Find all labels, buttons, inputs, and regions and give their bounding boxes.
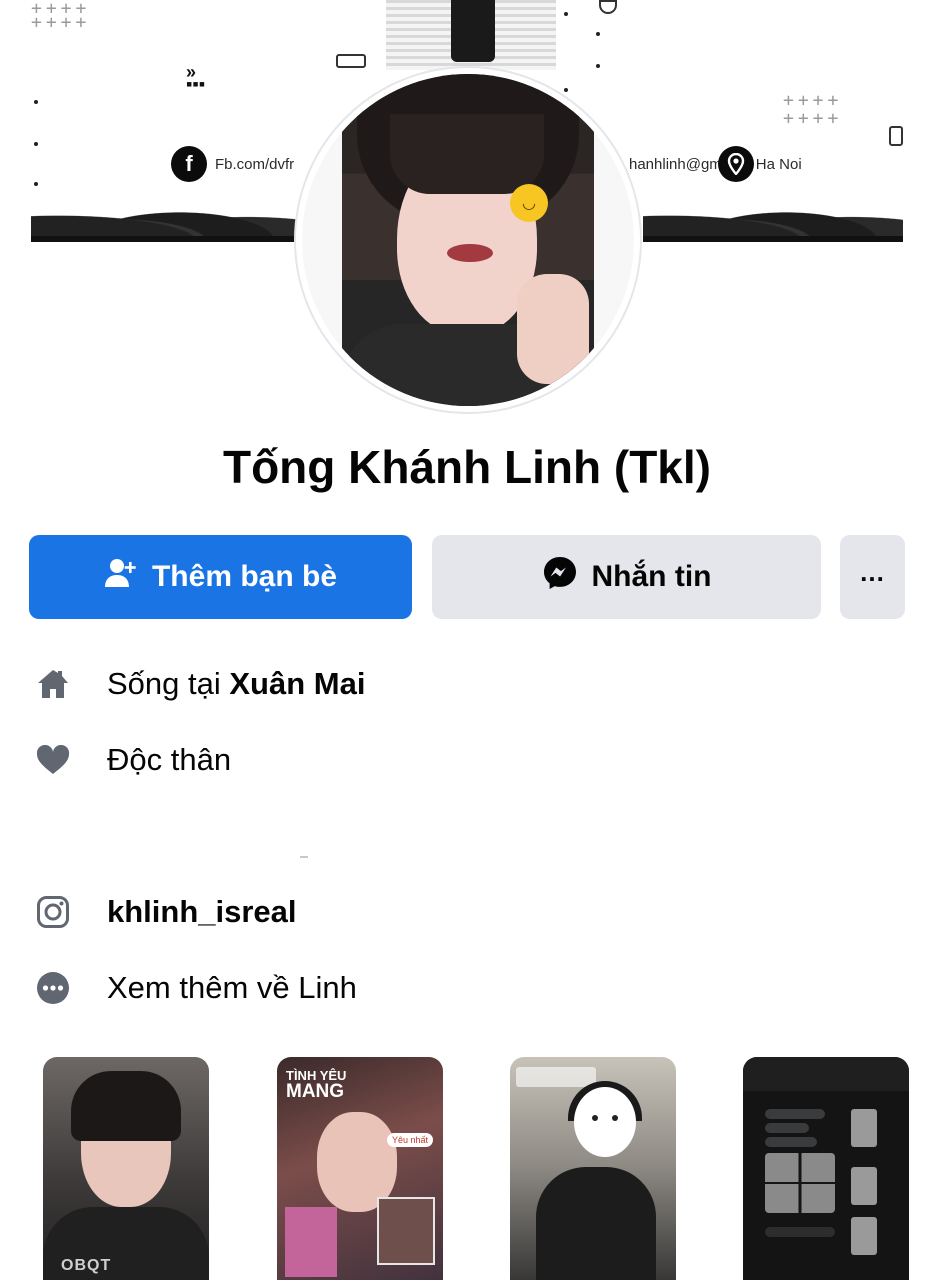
- chat-message: [765, 1137, 817, 1147]
- photo-subject-body: [536, 1167, 656, 1280]
- chat-image: [851, 1167, 877, 1205]
- photo-title: TÌNH YÊU MANG: [286, 1069, 346, 1101]
- relationship-status: Độc thân: [107, 742, 232, 777]
- cover-figure: [451, 0, 495, 62]
- photo-header-card: [516, 1067, 596, 1087]
- more-dots-icon: ...: [860, 557, 885, 587]
- message-label: Nhắn tin: [591, 560, 712, 593]
- heart-icon: [36, 743, 70, 777]
- cover-email-text: hanhlinh@gm: [629, 155, 722, 173]
- add-friend-label: Thêm bạn bè: [151, 560, 338, 593]
- photo-title-big: MANG: [286, 1081, 345, 1102]
- cover-plus-marks: ++++: [783, 108, 843, 129]
- featured-photo-4[interactable]: [743, 1057, 909, 1280]
- cover-dot: [596, 32, 600, 36]
- facebook-icon: f: [171, 146, 207, 182]
- chat-image-grid: [765, 1153, 835, 1213]
- cover-note-icon: [599, 0, 617, 14]
- intro-instagram[interactable]: khlinh_isreal: [36, 894, 297, 930]
- see-more-label: Xem thêm về Linh: [107, 970, 357, 1005]
- cover-note-icon: [889, 126, 903, 146]
- cover-dot: [564, 12, 568, 16]
- lives-in-place[interactable]: Xuân Mai: [229, 666, 365, 702]
- cover-location-text: Ha Noi: [755, 155, 802, 173]
- profile-name: Tống Khánh Linh (Tkl): [222, 441, 711, 493]
- messenger-icon: [542, 555, 578, 599]
- cover-contact-info: hanhlinh@gm Ha Noi: [629, 146, 802, 182]
- more-options-button[interactable]: ...: [840, 535, 905, 619]
- cover-plus-marks: ++++: [31, 12, 91, 33]
- chat-image: [851, 1217, 877, 1255]
- smiley-face-icon: [574, 1087, 636, 1157]
- chat-message: [765, 1109, 825, 1119]
- cover-fb-text: Fb.com/dvfr: [215, 155, 295, 173]
- avatar-fringe: [390, 114, 544, 194]
- home-icon: [36, 667, 70, 701]
- instagram-icon: [36, 895, 70, 929]
- photo-chat-bubble: Yêu nhất: [387, 1133, 434, 1147]
- featured-photo-1[interactable]: OBQT: [43, 1057, 209, 1280]
- chat-image: [851, 1109, 877, 1147]
- cover-note-icon: [336, 54, 366, 68]
- cover-dot: [34, 182, 38, 186]
- location-pin-icon: [717, 146, 754, 182]
- more-circle-icon: [36, 971, 70, 1005]
- cover-grass: [643, 196, 903, 242]
- divider-mark: [300, 856, 308, 858]
- avatar-lips: [447, 244, 493, 262]
- cover-dot: [34, 100, 38, 104]
- profile-avatar[interactable]: ◡: [302, 74, 634, 406]
- avatar-hand: [517, 274, 589, 384]
- chat-message: [765, 1123, 809, 1133]
- intro-lives-in: Sống tại Xuân Mai: [36, 666, 365, 702]
- chat-message: [765, 1227, 835, 1237]
- intro-relationship: Độc thân: [36, 742, 231, 778]
- cover-dot: [34, 142, 38, 146]
- photo-inset: [285, 1207, 337, 1277]
- photo-inset: [377, 1197, 435, 1265]
- featured-photo-2[interactable]: TÌNH YÊU MANG Yêu nhất: [277, 1057, 443, 1280]
- lives-in-prefix: Sống tại: [107, 666, 230, 701]
- cover-dot: [596, 64, 600, 68]
- add-friend-icon: [104, 556, 138, 598]
- photo-subject-hair: [71, 1071, 181, 1141]
- photo-caption: OBQT: [61, 1257, 112, 1274]
- instagram-handle[interactable]: khlinh_isreal: [107, 894, 297, 930]
- chat-screenshot-header: [743, 1057, 909, 1091]
- cover-grass: [31, 196, 301, 242]
- cover-facebook-link: f Fb.com/dvfr: [171, 146, 294, 182]
- featured-photo-3[interactable]: [510, 1057, 676, 1280]
- cover-decoration: » ▪▪▪: [186, 62, 206, 94]
- intro-see-more[interactable]: Xem thêm về Linh: [36, 970, 357, 1006]
- add-friend-button[interactable]: Thêm bạn bè: [29, 535, 412, 619]
- message-button[interactable]: Nhắn tin: [432, 535, 821, 619]
- crying-emoji-icon: ◡: [510, 184, 548, 222]
